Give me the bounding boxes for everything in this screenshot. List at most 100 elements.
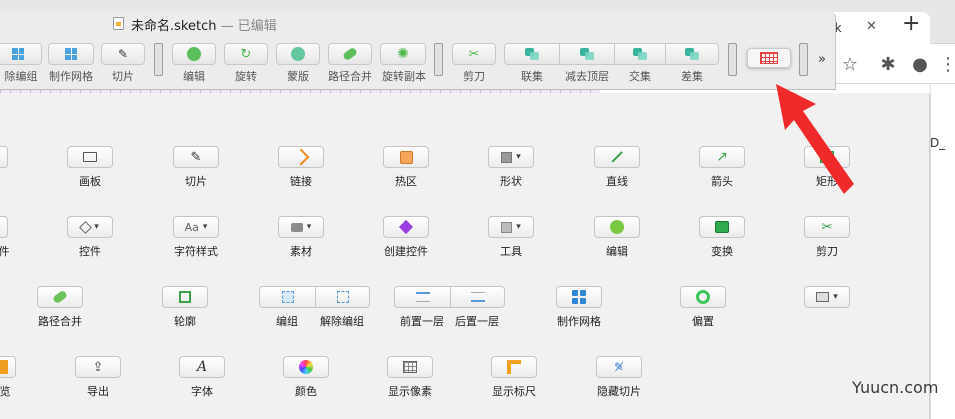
panel-item-partial[interactable]: [0, 146, 8, 168]
panel-item-label: 偏置: [692, 315, 714, 328]
panel-item-color[interactable]: [283, 356, 329, 378]
extensions-puzzle-icon[interactable]: ✱: [876, 52, 900, 76]
red-pointer-arrow-icon: [776, 84, 854, 194]
tools-icon: [501, 221, 513, 233]
toolbar-separator: [728, 43, 737, 76]
close-icon[interactable]: ✕: [866, 19, 877, 34]
panel-item-preview[interactable]: [0, 356, 16, 378]
panel-item-hide-slices[interactable]: ✎̸: [596, 356, 642, 378]
panel-item-arrow[interactable]: ↗: [699, 146, 745, 168]
panel-item-outline[interactable]: [162, 286, 208, 308]
chevron-down-icon: ▾: [306, 222, 312, 232]
panel-item-label: 隐藏切片: [597, 385, 641, 398]
toolbar-path-combine-button[interactable]: [328, 43, 372, 65]
window-title: 未命名.sketch — 已编辑: [131, 15, 277, 34]
intersect-icon: [633, 48, 647, 60]
toolbar-separator: [434, 43, 443, 76]
new-tab-icon[interactable]: +: [902, 13, 920, 35]
panel-item-slice[interactable]: ✎: [173, 146, 219, 168]
toolbar-make-grid-button[interactable]: [48, 43, 94, 65]
panel-item-artboard[interactable]: [67, 146, 113, 168]
panel-item-bring-forward[interactable]: [394, 286, 451, 308]
artboard-icon: [83, 152, 97, 162]
panel-item-hotspot[interactable]: [383, 146, 429, 168]
toolbar-rotate-button[interactable]: ↻: [224, 43, 268, 65]
panel-item-send-backward[interactable]: [450, 286, 505, 308]
outline-icon: [179, 291, 191, 303]
toolbar-difference-button[interactable]: [665, 43, 719, 65]
toolbar-intersect-button[interactable]: [614, 43, 666, 65]
preview-icon: [0, 360, 8, 374]
shape-icon: [501, 151, 513, 163]
rotate-icon: ↻: [240, 46, 252, 62]
panel-item-tools[interactable]: ▾: [488, 216, 534, 238]
panel-item-link[interactable]: [278, 146, 324, 168]
bring-forward-icon: [415, 292, 430, 302]
panel-item-line[interactable]: [594, 146, 640, 168]
make-grid-icon: [572, 290, 586, 304]
panel-item-ungroup[interactable]: [315, 286, 370, 308]
hotspot-icon: [399, 150, 413, 164]
toolbar-label: 旋转副本: [382, 70, 426, 83]
toolbar-slice-button[interactable]: ✎: [101, 43, 145, 65]
panel-item-library[interactable]: ▾: [278, 216, 324, 238]
panel-item-offset[interactable]: [680, 286, 726, 308]
panel-item-export[interactable]: ⇪: [75, 356, 121, 378]
toolbar-ungroup-button[interactable]: [0, 43, 42, 65]
panel-item-scissors[interactable]: ✂: [804, 216, 850, 238]
panel-item-label: 工具: [500, 245, 522, 258]
create-symbol-icon: [398, 219, 414, 235]
toolbar-label: 减去顶层: [565, 70, 609, 83]
hide-slices-icon: ✎̸: [613, 360, 625, 374]
panel-item-symbol[interactable]: ▾: [67, 216, 113, 238]
panel-item-label: 切片: [185, 175, 207, 188]
panel-item-label: 控件: [79, 245, 101, 258]
difference-icon: [685, 48, 699, 60]
panel-item-arrange[interactable]: ▾: [804, 286, 850, 308]
panel-item-group[interactable]: [259, 286, 316, 308]
panel-item-label: 导出: [87, 385, 109, 398]
send-backward-icon: [470, 292, 485, 302]
document-icon: [113, 17, 124, 30]
subtract-icon: [580, 48, 594, 60]
rotate-copies-icon: ✺: [397, 46, 409, 62]
more-menu-icon[interactable]: ⋮: [936, 52, 955, 76]
arrow-icon: ↗: [716, 149, 728, 165]
panel-item-path-combine[interactable]: [37, 286, 83, 308]
browser-page-content: [930, 84, 955, 419]
sketch-window-toolbar: 未命名.sketch — 已编辑 除编组 制作网格 ✎ 切片 编辑 ↻ 旋转 蒙…: [0, 12, 836, 90]
panel-item-partial[interactable]: [0, 216, 8, 238]
scissors-icon: ✂: [821, 219, 833, 235]
toolbar-label: 切片: [112, 70, 134, 83]
toolbar-label: 旋转: [235, 70, 257, 83]
profile-avatar-icon[interactable]: ●: [908, 52, 932, 76]
mask-icon: [291, 47, 305, 61]
text-style-icon: Aa: [184, 220, 199, 234]
panel-item-label: 解除编组: [320, 315, 364, 328]
toolbar-mask-button[interactable]: [276, 43, 320, 65]
toolbar-edit-button[interactable]: [172, 43, 216, 65]
panel-item-font[interactable]: A: [179, 356, 225, 378]
toolbar-rotate-copies-button[interactable]: ✺: [380, 43, 426, 65]
pixel-grid-icon: [760, 52, 778, 64]
panel-item-shape[interactable]: ▾: [488, 146, 534, 168]
panel-item-show-rulers[interactable]: [491, 356, 537, 378]
toolbar-label: 除编组: [4, 70, 38, 83]
show-rulers-icon: [507, 360, 521, 374]
star-icon[interactable]: ☆: [838, 52, 862, 76]
link-icon: [292, 148, 310, 166]
toolbar-subtract-button[interactable]: [559, 43, 615, 65]
panel-item-create-symbol[interactable]: [383, 216, 429, 238]
panel-item-transform[interactable]: [699, 216, 745, 238]
toolbar-union-button[interactable]: [504, 43, 560, 65]
panel-item-text-style[interactable]: Aa ▾: [173, 216, 219, 238]
toolbar-dragged-item[interactable]: [747, 48, 791, 68]
watermark: Yuucn.com: [852, 378, 939, 397]
toolbar-scissors-button[interactable]: ✂: [452, 43, 496, 65]
panel-item-make-grid[interactable]: [556, 286, 602, 308]
panel-item-show-pixels[interactable]: [387, 356, 433, 378]
panel-item-label: 变换: [711, 245, 733, 258]
panel-item-edit[interactable]: [594, 216, 640, 238]
toolbar-overflow-icon[interactable]: »: [818, 52, 826, 67]
panel-item-label: 字体: [191, 385, 213, 398]
